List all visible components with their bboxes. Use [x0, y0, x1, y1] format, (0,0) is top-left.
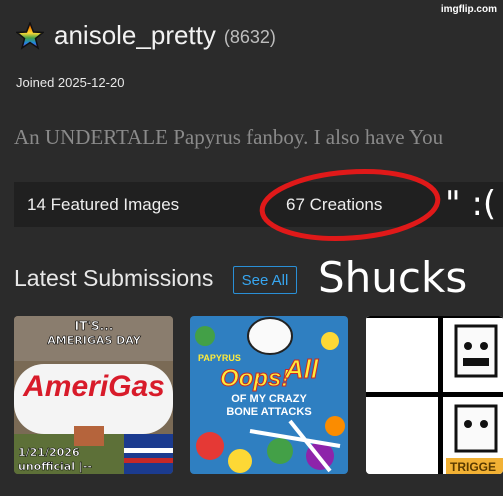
- profile-bio: An UNDERTALE Papyrus fanboy. I also have…: [14, 125, 444, 149]
- thumb2-all-text: All: [284, 354, 319, 384]
- amerigas-image: IT'S... AMERIGAS DAY AmeriGas 1/21/2026 …: [14, 316, 173, 474]
- user-points: (8632): [223, 27, 276, 47]
- tab-creations[interactable]: 67 Creations: [286, 195, 382, 215]
- profile-header: anisole_pretty (8632): [16, 20, 276, 51]
- submission-thumbnail-oops-all[interactable]: PAPYRUS Oops! All OF MY CRAZY BONE ATTAC…: [190, 316, 348, 474]
- imgflip-watermark: imgflip.com: [440, 4, 497, 15]
- rainbow-star-icon: [16, 21, 44, 50]
- thumb1-mid-text: AMERIGAS DAY: [47, 334, 141, 347]
- papyrus-grid-image: TRIGGE: [366, 316, 503, 474]
- joined-date: Joined 2025-12-20: [16, 75, 125, 90]
- thumb1-date-text: 1/21/2026: [18, 446, 80, 459]
- thumb1-brand-text: AmeriGas: [22, 370, 165, 403]
- oops-all-image: PAPYRUS Oops! All OF MY CRAZY BONE ATTAC…: [190, 316, 348, 474]
- see-all-button[interactable]: See All: [233, 266, 297, 294]
- latest-submissions-heading: Latest Submissions: [14, 265, 214, 291]
- submission-thumbnail-grid[interactable]: TRIGGE: [366, 316, 503, 474]
- thumb1-note-text: unofficial |--: [18, 460, 92, 473]
- thumb2-sub2-text: BONE ATTACKS: [226, 406, 311, 418]
- shucks-annotation: Shucks: [318, 253, 467, 302]
- thumb2-oops-text: Oops!: [220, 365, 289, 392]
- tab-featured-images[interactable]: 14 Featured Images: [27, 195, 179, 215]
- thumb1-top-text: IT'S...: [75, 319, 114, 333]
- username[interactable]: anisole_pretty: [54, 20, 216, 51]
- submission-thumbnail-amerigas[interactable]: IT'S... AMERIGAS DAY AmeriGas 1/21/2026 …: [14, 316, 173, 474]
- thumb3-label-text: TRIGGE: [450, 460, 496, 474]
- thumb2-sub1-text: OF MY CRAZY: [231, 393, 307, 405]
- profile-tabs: 14 Featured Images 67 Creations: [14, 182, 503, 227]
- thumb2-brand-text: PAPYRUS: [198, 353, 241, 363]
